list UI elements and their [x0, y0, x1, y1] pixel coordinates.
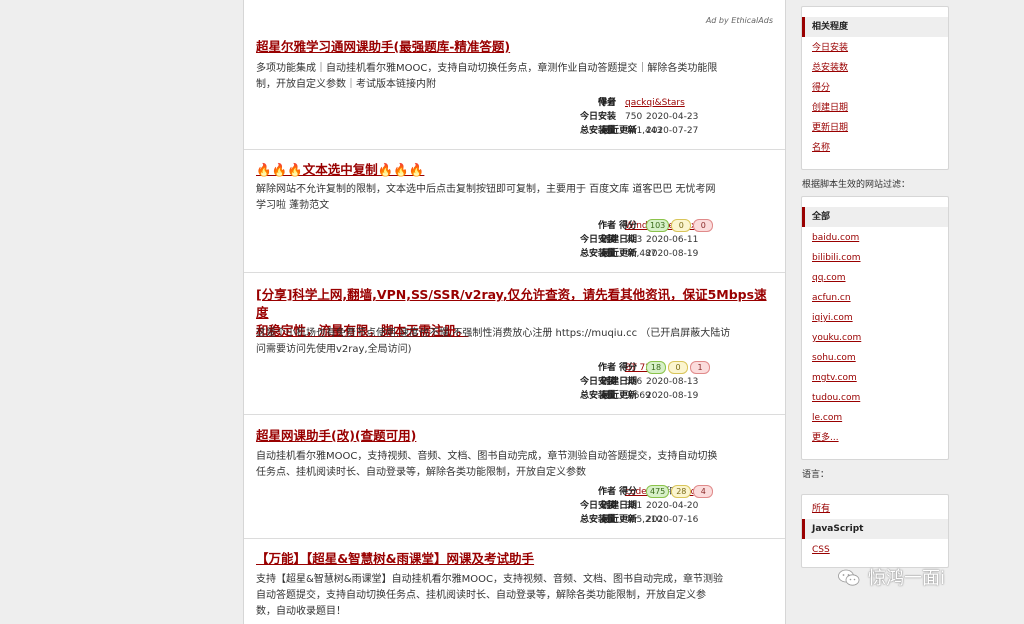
- watermark: 惊鸿一面i: [838, 567, 1018, 591]
- updated-date-label: 最近更新: [600, 249, 637, 259]
- site-filter-more[interactable]: 更多...: [812, 431, 839, 445]
- site-filter-le[interactable]: le.com: [812, 411, 842, 425]
- script-description: 自动挂机看尔雅MOOC，支持视频、音频、文档、图书自动完成，章节测验自动答题提交…: [256, 451, 718, 478]
- good-ratings-badge: 18: [646, 361, 666, 374]
- score-label: 得分: [618, 363, 637, 373]
- created-date-value: 2020-04-20: [646, 501, 699, 511]
- language-filter-all[interactable]: 所有: [812, 502, 830, 516]
- created-date-value: 2020-06-11: [646, 235, 699, 245]
- script-list: Ad by EthicalAds 超星尔雅学习通网课助手(最强题库-精准答题) …: [243, 0, 786, 624]
- language-label: 语言：: [802, 470, 830, 480]
- wechat-icon: [838, 569, 860, 586]
- sort-option-daily-installs[interactable]: 今日安装: [812, 41, 848, 55]
- created-date-label: 创建日期: [600, 235, 637, 245]
- site-filter-mgtv[interactable]: mgtv.com: [812, 371, 857, 385]
- script-item-2: 🔥🔥🔥文本选中复制🔥🔥🔥 解除网站不允许复制的限制，文本选中后点击复制按钮即可复…: [244, 149, 785, 273]
- ok-ratings-badge: 0: [671, 219, 692, 232]
- script-title[interactable]: 🔥🔥🔥文本选中复制🔥🔥🔥: [256, 161, 775, 179]
- author-link[interactable]: qackqi&Stars: [625, 98, 685, 108]
- site-filter-bilibili[interactable]: bilibili.com: [812, 251, 861, 265]
- sort-option-created[interactable]: 创建日期: [812, 101, 848, 115]
- updated-date-value: 2020-08-19: [646, 249, 699, 259]
- score-value: 18 0 1: [646, 361, 712, 375]
- sort-options-box: 相关程度 今日安装 总安装数 得分 创建日期 更新日期 名称: [801, 6, 949, 170]
- score-label: 得分: [597, 98, 616, 108]
- score-label: 得分: [618, 221, 637, 231]
- ok-ratings-badge: 28: [671, 485, 692, 498]
- site-filter-baidu[interactable]: baidu.com: [812, 231, 859, 245]
- site-filter-all: 全部: [801, 207, 831, 227]
- author-value: qackqi&Stars: [625, 96, 685, 110]
- updated-date-label: 最近更新: [600, 515, 637, 525]
- daily-installs-label: 今日安装: [579, 112, 616, 122]
- script-item-1: 超星尔雅学习通网课助手(最强题库-精准答题) 多项功能集成｜自动挂机看尔雅MOO…: [244, 0, 785, 150]
- script-description: 支持【超星&智慧树&雨课堂】自动挂机看尔雅MOOC，支持视频、音频、文档、图书自…: [256, 574, 723, 617]
- language-filter-css[interactable]: CSS: [812, 543, 830, 557]
- sort-option-relevance: 相关程度: [801, 17, 849, 37]
- updated-date-value: 2020-07-16: [646, 515, 699, 525]
- good-ratings-badge: 103: [646, 219, 670, 232]
- updated-date-value: 2020-07-27: [646, 126, 699, 136]
- script-item-5: 【万能】【超星&智慧树&雨课堂】网课及考试助手 支持【超星&智慧树&雨课堂】自动…: [244, 538, 785, 624]
- site-filter-iqiyi[interactable]: iqiyi.com: [812, 311, 853, 325]
- sort-option-total-installs[interactable]: 总安装数: [812, 61, 848, 75]
- score-value: 103 0 0: [646, 219, 715, 233]
- sort-option-score[interactable]: 得分: [812, 81, 830, 95]
- score-value: 475 28 4: [646, 485, 715, 499]
- watermark-text: 惊鸿一面i: [868, 568, 946, 589]
- created-date-value: 2020-08-13: [646, 377, 699, 387]
- created-date-label: 创建日期: [600, 501, 637, 511]
- site-filter-tudou[interactable]: tudou.com: [812, 391, 860, 405]
- site-filter-label: 根据脚本生效的网站过滤：: [802, 180, 911, 190]
- site-filter-qq[interactable]: qq.com: [812, 271, 846, 285]
- site-filter-box: 全部 baidu.com bilibili.com qq.com acfun.c…: [801, 196, 949, 460]
- script-title[interactable]: 【万能】【超星&智慧树&雨课堂】网课及考试助手: [256, 550, 775, 568]
- site-filter-sohu[interactable]: sohu.com: [812, 351, 856, 365]
- bad-ratings-badge: 1: [690, 361, 710, 374]
- updated-date-label: 最近更新: [600, 126, 637, 136]
- bad-ratings-badge: 0: [693, 219, 714, 232]
- updated-date-value: 2020-08-19: [646, 391, 699, 401]
- site-filter-youku[interactable]: youku.com: [812, 331, 861, 345]
- language-filter-javascript: JavaScript: [801, 519, 864, 539]
- script-title[interactable]: 超星网课助手(改)(查题可用): [256, 427, 775, 445]
- created-date-label: 创建日期: [600, 377, 637, 387]
- script-title[interactable]: 超星尔雅学习通网课助手(最强题库-精准答题): [256, 38, 775, 56]
- score-label: 得分: [618, 487, 637, 497]
- language-filter-box: 所有 JavaScript CSS: [801, 494, 949, 568]
- ok-ratings-badge: 0: [668, 361, 688, 374]
- created-date-value: 2020-04-23: [646, 112, 699, 122]
- sort-option-name[interactable]: 名称: [812, 141, 830, 155]
- sort-option-updated[interactable]: 更新日期: [812, 121, 848, 135]
- site-filter-acfun[interactable]: acfun.cn: [812, 291, 851, 305]
- bad-ratings-badge: 4: [693, 485, 714, 498]
- daily-installs-value: 750: [625, 112, 643, 122]
- updated-date-label: 最近更新: [600, 391, 637, 401]
- script-description: 这是个小机场也有免费节点使用,速度也不慢,不强制性消费放心注册 https://…: [256, 328, 731, 355]
- script-description: 多项功能集成｜自动挂机看尔雅MOOC，支持自动切换任务点，章测作业自动答题提交｜…: [256, 63, 718, 90]
- script-description: 解除网站不允许复制的限制，文本选中后点击复制按钮即可复制，主要用于 百度文库 道…: [256, 184, 716, 211]
- script-item-3: [分享]科学上网,翻墙,VPN,SS/SSR/v2ray,仅允许查资，请先看其他…: [244, 272, 785, 415]
- script-item-4: 超星网课助手(改)(查题可用) 自动挂机看尔雅MOOC，支持视频、音频、文档、图…: [244, 414, 785, 539]
- good-ratings-badge: 475: [646, 485, 670, 498]
